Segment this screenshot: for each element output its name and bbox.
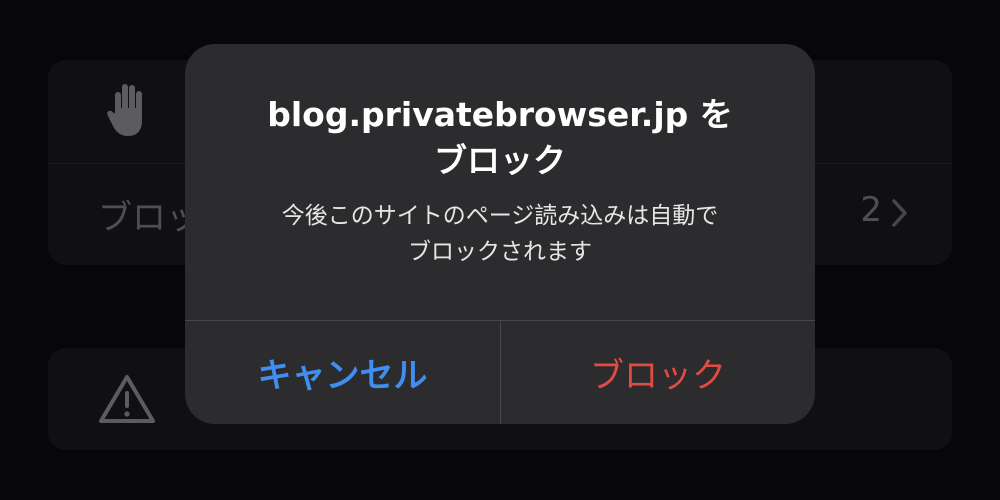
alert-title-line-1: blog.privatebrowser.jp を — [267, 95, 733, 134]
block-site-alert: blog.privatebrowser.jp を ブロック 今後このサイトのペー… — [185, 44, 815, 424]
cancel-button[interactable]: キャンセル — [185, 321, 500, 424]
alert-message: 今後このサイトのページ読み込みは自動で ブロックされます — [205, 198, 795, 270]
alert-message-line-1: 今後このサイトのページ読み込みは自動で — [281, 203, 719, 229]
alert-title: blog.privatebrowser.jp を ブロック — [205, 92, 795, 184]
block-button[interactable]: ブロック — [501, 321, 815, 424]
alert-title-line-2: ブロック — [434, 141, 566, 180]
alert-message-line-2: ブロックされます — [408, 239, 592, 265]
